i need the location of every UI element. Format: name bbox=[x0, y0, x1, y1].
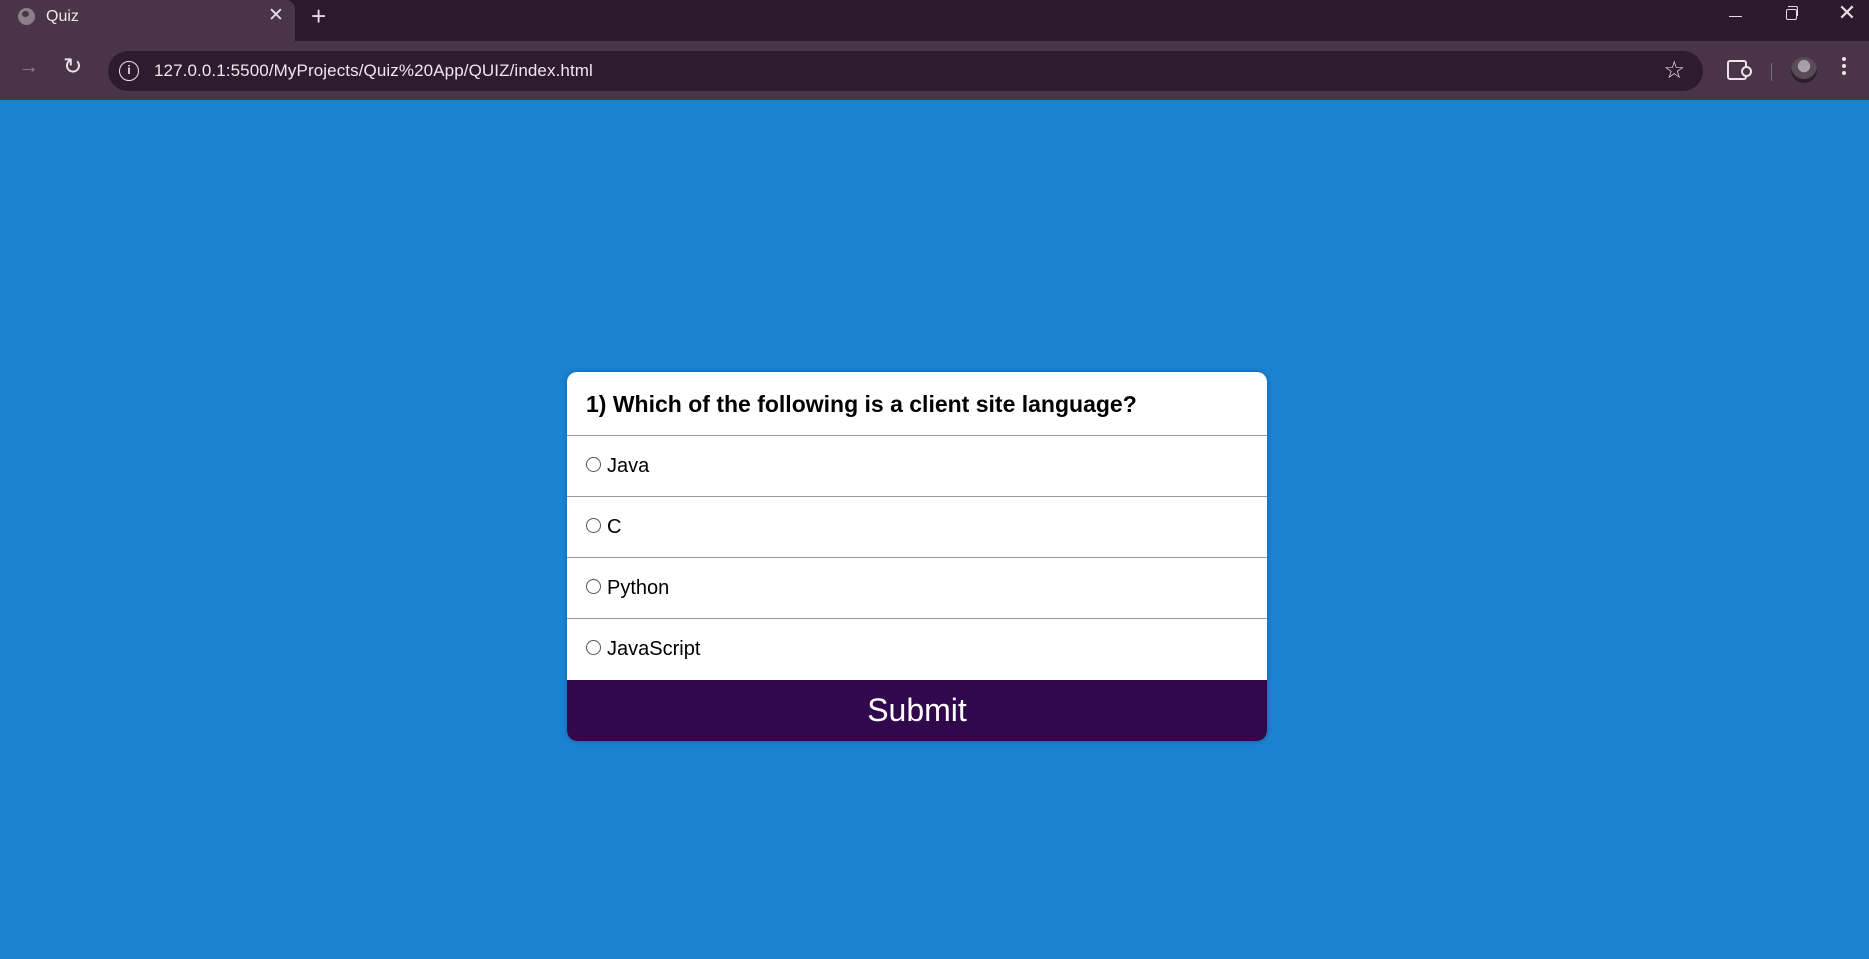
submit-button[interactable]: Submit bbox=[567, 680, 1267, 741]
option-java[interactable]: Java bbox=[567, 436, 1267, 497]
option-label: Python bbox=[607, 576, 670, 599]
restore-icon[interactable] bbox=[1768, 3, 1814, 29]
kebab-menu-icon[interactable] bbox=[1840, 54, 1848, 78]
radio-button[interactable] bbox=[586, 578, 601, 594]
quiz-card: 1) Which of the following is a client si… bbox=[567, 372, 1267, 741]
globe-icon bbox=[18, 8, 35, 25]
minimize-icon[interactable] bbox=[1712, 3, 1758, 29]
window-close-icon[interactable]: ✕ bbox=[1824, 0, 1869, 26]
toolbar-divider bbox=[1771, 63, 1772, 81]
radio-button[interactable] bbox=[586, 640, 601, 655]
option-python[interactable]: Python bbox=[567, 558, 1267, 619]
radio-button[interactable] bbox=[586, 517, 601, 533]
browser-toolbar: → ↻ i 127.0.0.1:5500/MyProjects/Quiz%20A… bbox=[0, 41, 1869, 100]
option-javascript[interactable]: JavaScript bbox=[567, 619, 1267, 680]
extensions-icon[interactable] bbox=[1727, 60, 1752, 80]
info-icon[interactable]: i bbox=[119, 61, 139, 81]
option-label: C bbox=[607, 515, 622, 538]
browser-tab-strip: Quiz ✕ + ✕ bbox=[0, 0, 1869, 41]
question-title: 1) Which of the following is a client si… bbox=[567, 372, 1267, 436]
url-text[interactable]: 127.0.0.1:5500/MyProjects/Quiz%20App/QUI… bbox=[154, 61, 593, 81]
address-bar[interactable]: i 127.0.0.1:5500/MyProjects/Quiz%20App/Q… bbox=[108, 51, 1703, 91]
tab-quiz[interactable]: Quiz ✕ bbox=[0, 0, 295, 41]
option-c[interactable]: C bbox=[567, 497, 1267, 558]
star-icon[interactable]: ☆ bbox=[1663, 56, 1685, 85]
avatar[interactable] bbox=[1791, 57, 1817, 83]
close-icon[interactable]: ✕ bbox=[268, 4, 284, 28]
plus-icon[interactable]: + bbox=[311, 2, 326, 30]
radio-button[interactable] bbox=[586, 456, 601, 472]
reload-icon[interactable]: ↻ bbox=[63, 53, 82, 80]
tab-title: Quiz bbox=[46, 8, 79, 25]
forward-arrow-icon[interactable]: → bbox=[18, 55, 39, 79]
option-label: Java bbox=[607, 454, 650, 477]
option-label: JavaScript bbox=[607, 638, 701, 660]
